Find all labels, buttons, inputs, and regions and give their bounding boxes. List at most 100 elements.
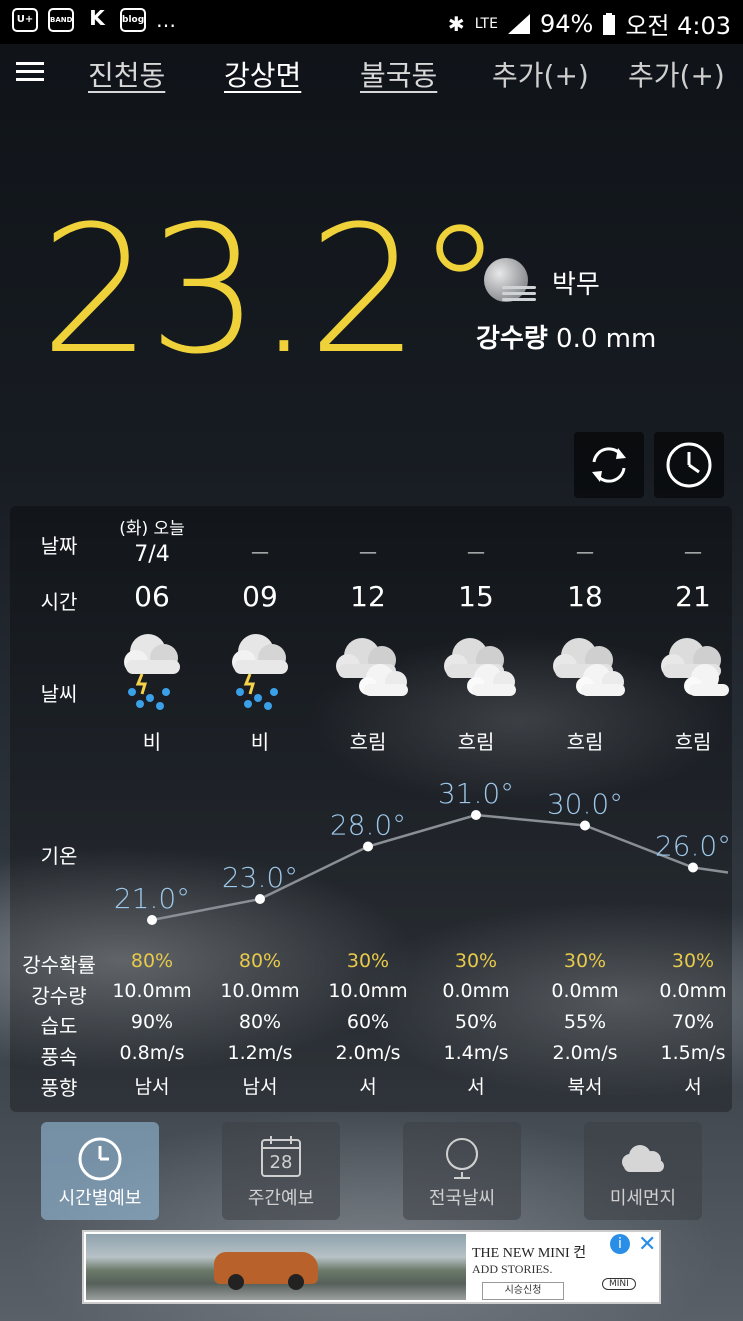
- nav-label: 미세먼지: [609, 1188, 677, 1209]
- bottom-navigation: 시간별예보 28 주간예보 전국날씨 미세먼지: [0, 1122, 743, 1222]
- ad-close-icon[interactable]: ✕: [638, 1232, 656, 1257]
- wind-dir-value: 북서: [567, 1076, 603, 1098]
- precip-value: 10.0mm: [112, 980, 192, 1002]
- date: —: [251, 542, 269, 563]
- band-app-icon: BAND: [48, 8, 74, 32]
- temp-label: 31.0°: [438, 777, 514, 810]
- tab-location-3[interactable]: 불국동: [360, 54, 437, 94]
- precip-value: 10.0mm: [220, 980, 300, 1002]
- weather-label: 흐림: [457, 730, 495, 754]
- wind-dir-value: 서: [467, 1076, 485, 1098]
- date: —: [684, 542, 702, 563]
- hour: 18: [567, 580, 603, 613]
- haze-line: [502, 298, 536, 301]
- wind-speed-value: 1.2m/s: [227, 1042, 293, 1064]
- bluetooth-icon: ✱: [447, 11, 465, 36]
- precip-value: 10.0mm: [328, 980, 408, 1002]
- ad-cta-button[interactable]: 시승신청: [482, 1282, 564, 1300]
- wind-dir-value: 남서: [242, 1076, 278, 1098]
- signal-icon: [507, 13, 530, 34]
- date: —: [576, 542, 594, 563]
- nav-weekly[interactable]: 28 주간예보: [222, 1122, 340, 1220]
- hour: 21: [675, 580, 711, 613]
- humidity-value: 80%: [238, 1011, 282, 1033]
- battery-icon: [603, 12, 616, 35]
- kakao-app-icon: K: [89, 6, 105, 30]
- nav-label: 주간예보: [247, 1188, 315, 1209]
- wind-speed-value: 2.0m/s: [335, 1042, 401, 1064]
- nav-fine-dust[interactable]: 미세먼지: [584, 1122, 702, 1220]
- rain-icon: [220, 624, 300, 718]
- row-label-humidity: 습도: [40, 1014, 78, 1038]
- nav-national[interactable]: 전국날씨: [403, 1122, 521, 1220]
- row-label-time: 시간: [40, 590, 78, 614]
- weather-label: 흐림: [674, 730, 712, 754]
- blog-app-icon: blog: [120, 8, 146, 32]
- hourly-forecast-panel: 날짜 시간 날씨 기온 강수확률 강수량 습도 풍속 풍향 (화) 오늘 7/4…: [10, 506, 732, 1112]
- pop-value: 30%: [454, 950, 498, 972]
- more-notifications-icon: …: [156, 8, 176, 32]
- current-precipitation: 강수량 0.0 mm: [476, 318, 656, 355]
- ad-info-icon[interactable]: i: [610, 1234, 630, 1254]
- temp-point: [580, 820, 590, 831]
- humidity-value: 60%: [346, 1011, 390, 1033]
- cloud-icon: [622, 1145, 664, 1172]
- car-image: [214, 1252, 318, 1290]
- location-tabs: 진천동 강상면 불국동 추가(+) 추가(+): [0, 44, 743, 100]
- globe-icon: [446, 1138, 478, 1179]
- haze-line: [502, 292, 536, 295]
- humidity-value: 50%: [454, 1011, 498, 1033]
- network-type: LTE: [474, 15, 498, 32]
- uplus-app-icon: U+: [12, 8, 38, 32]
- nav-label: 시간별예보: [58, 1188, 142, 1209]
- hamburger-menu-icon[interactable]: [16, 62, 44, 82]
- row-label-wind-speed: 풍속: [40, 1045, 78, 1069]
- humidity-value: 55%: [563, 1011, 607, 1033]
- history-button[interactable]: [654, 432, 724, 498]
- weather-label: 비: [142, 730, 162, 754]
- day-name: (화) 오늘: [119, 519, 185, 539]
- refresh-button[interactable]: [574, 432, 644, 498]
- precip-value: 0.0mm: [442, 980, 510, 1002]
- temp-point: [471, 810, 481, 820]
- precip-value: 0.0mm: [659, 980, 727, 1002]
- row-label-precip: 강수량: [31, 984, 87, 1008]
- clock-icon: [666, 442, 712, 488]
- clock-icon: [78, 1137, 122, 1181]
- rain-icon: [112, 624, 192, 718]
- temperature-chart: 21.0° 23.0° 28.0° 31.0° 30.0° 26.0°: [114, 777, 731, 925]
- ad-banner[interactable]: THE NEW MINI 컨 ADD STORIES. 시승신청 MINI i …: [82, 1230, 661, 1304]
- hour: 09: [242, 580, 278, 613]
- row-label-pop: 강수확률: [22, 953, 96, 977]
- condition-label: 박무: [552, 270, 600, 300]
- hour: 12: [350, 580, 386, 613]
- temp-point: [147, 915, 157, 925]
- temp-point: [255, 894, 265, 904]
- temp-point: [363, 841, 373, 852]
- temp-label: 30.0°: [547, 788, 623, 821]
- date: 7/4: [134, 542, 170, 567]
- row-label-weather: 날씨: [40, 682, 78, 706]
- cloudy-icon: [541, 624, 631, 708]
- wind-speed-value: 1.4m/s: [443, 1042, 509, 1064]
- temp-label: 28.0°: [330, 809, 406, 842]
- battery-percent: 94%: [539, 9, 594, 38]
- hour: 15: [458, 580, 494, 613]
- tab-location-1[interactable]: 진천동: [88, 54, 165, 94]
- precip-label: 강수량: [476, 324, 548, 354]
- weather-label: 흐림: [566, 730, 604, 754]
- tab-add-1[interactable]: 추가(+): [492, 54, 589, 94]
- current-temperature: 23.2°: [40, 188, 504, 393]
- haze-line: [502, 286, 536, 289]
- calendar-badge: 28: [269, 1152, 293, 1173]
- status-bar: U+ BAND K blog … ✱ LTE 94% 오전 4:03: [0, 0, 743, 44]
- temp-point: [688, 862, 698, 873]
- tab-add-2[interactable]: 추가(+): [628, 54, 725, 94]
- cloudy-icon: [649, 624, 729, 708]
- wind-dir-value: 남서: [134, 1076, 170, 1098]
- tab-location-2[interactable]: 강상면: [224, 54, 301, 94]
- nav-hourly[interactable]: 시간별예보: [41, 1122, 159, 1220]
- pop-value: 30%: [346, 950, 390, 972]
- wind-speed-value: 1.5m/s: [660, 1042, 726, 1064]
- pop-value: 80%: [238, 950, 282, 972]
